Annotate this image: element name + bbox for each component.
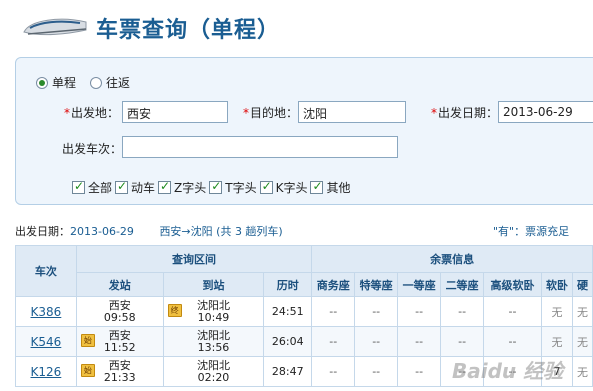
filter-z-checkbox[interactable] bbox=[158, 179, 172, 194]
seat-cell: -- bbox=[311, 356, 356, 387]
departure-date-input[interactable]: 2013-06-29 bbox=[498, 101, 593, 123]
seat-cell: -- bbox=[483, 296, 542, 327]
col-soft-sleeper: 软卧 bbox=[540, 272, 573, 297]
seat-cell: -- bbox=[440, 356, 485, 387]
col-train-no: 车次 bbox=[15, 245, 77, 297]
terminal-tag-icon: 终 bbox=[167, 304, 182, 317]
to-station-input[interactable]: 沈阳 bbox=[298, 101, 406, 123]
train-no-link[interactable]: K126 bbox=[31, 365, 62, 379]
filter-t-label: T字头 bbox=[225, 181, 257, 195]
seat-cell: -- bbox=[397, 296, 442, 327]
arrive-cell: 终沈阳北 10:49 bbox=[162, 296, 265, 327]
depart-cell: 始西安 21:33 bbox=[75, 356, 164, 387]
from-label: *出发地： bbox=[64, 106, 120, 120]
filter-z-label: Z字头 bbox=[174, 181, 207, 195]
seat-cell: 7 bbox=[540, 356, 573, 387]
col-deluxe-sleeper: 高级软卧 bbox=[483, 272, 542, 297]
table-row: K386 西安 09:58 终沈阳北 10:49 24:51 -- -- -- --… bbox=[15, 296, 593, 327]
seat-cell: 无 bbox=[571, 296, 593, 327]
from-station-input[interactable]: 西安 bbox=[122, 101, 228, 123]
depart-cell: 西安 09:58 bbox=[75, 296, 164, 327]
seat-cell: -- bbox=[483, 356, 542, 387]
col-duration: 历时 bbox=[263, 272, 313, 297]
filter-k-checkbox[interactable] bbox=[259, 179, 273, 194]
seat-cell: -- bbox=[397, 356, 442, 387]
train-no-label: 出发车次： bbox=[62, 142, 123, 156]
col-second-class: 二等座 bbox=[440, 272, 485, 297]
filter-other-label: 其他 bbox=[326, 181, 351, 195]
col-seat-info: 余票信息 bbox=[311, 245, 593, 273]
arrive-cell: 沈阳北 13:56 bbox=[162, 326, 265, 357]
filter-all-checkbox[interactable] bbox=[72, 179, 85, 194]
seat-cell: 无 bbox=[571, 356, 593, 387]
high-speed-train-icon bbox=[23, 18, 87, 36]
filter-all-label: 全部 bbox=[88, 181, 113, 195]
seat-cell: -- bbox=[440, 296, 485, 327]
train-no-link[interactable]: K546 bbox=[31, 335, 62, 349]
seat-cell: -- bbox=[354, 296, 399, 327]
arrive-cell: 沈阳北 02:20 bbox=[162, 356, 265, 387]
page-header: 车票查询（单程） bbox=[0, 0, 593, 52]
col-arrive: 到站 bbox=[162, 272, 265, 297]
summary-route: 西安→沈阳 (共 3 趟列车) bbox=[159, 225, 283, 238]
seat-cell: -- bbox=[354, 356, 399, 387]
col-business-seat: 商务座 bbox=[311, 272, 356, 297]
origin-tag-icon: 始 bbox=[80, 364, 95, 377]
depart-cell: 始西安 11:52 bbox=[75, 326, 164, 357]
summary-date-value: 2013-06-29 bbox=[70, 225, 134, 238]
seat-cell: -- bbox=[483, 326, 542, 357]
col-premium-seat: 特等座 bbox=[354, 272, 399, 297]
trip-type-group: 单程 往返 bbox=[36, 74, 144, 91]
filter-emu-label: 动车 bbox=[131, 181, 156, 195]
train-type-filters: 全部 动车 Z字头 T字头 K字头 其他 bbox=[72, 179, 354, 196]
one-way-radio[interactable] bbox=[36, 76, 48, 89]
page-title: 车票查询（单程） bbox=[96, 18, 281, 43]
duration-cell: 26:04 bbox=[263, 326, 313, 357]
seat-cell: -- bbox=[311, 326, 356, 357]
duration-cell: 24:51 bbox=[263, 296, 313, 327]
duration-cell: 28:47 bbox=[263, 356, 313, 387]
seat-cell: 无 bbox=[540, 296, 573, 327]
round-trip-radio[interactable] bbox=[90, 76, 103, 89]
train-no-link[interactable]: K386 bbox=[31, 305, 62, 319]
summary-date-label: 出发日期： bbox=[15, 225, 70, 238]
filter-k-label: K字头 bbox=[275, 181, 308, 195]
result-summary: 出发日期：2013-06-29 西安→沈阳 (共 3 趟列车) bbox=[15, 223, 283, 239]
col-query-section: 查询区间 bbox=[75, 245, 313, 273]
filter-other-checkbox[interactable] bbox=[310, 179, 324, 194]
table-row: K126 始西安 21:33 沈阳北 02:20 28:47 -- -- -- --… bbox=[15, 356, 593, 387]
seat-cell: -- bbox=[354, 326, 399, 357]
table-row: K546 始西安 11:52 沈阳北 13:56 26:04 -- -- -- --… bbox=[15, 326, 593, 357]
one-way-label: 单程 bbox=[52, 76, 77, 90]
seat-cell: -- bbox=[397, 326, 442, 357]
origin-tag-icon: 始 bbox=[80, 334, 95, 347]
col-hard-sleeper: 硬 bbox=[571, 272, 593, 297]
seat-cell: 无 bbox=[571, 326, 593, 357]
search-panel: 单程 往返 *出发地： 西安 *目的地： 沈阳 *出发日期： 2013-06-2… bbox=[15, 57, 593, 205]
col-first-class: 一等座 bbox=[397, 272, 442, 297]
availability-legend: "有"：票源充足 bbox=[493, 225, 570, 238]
round-trip-label: 往返 bbox=[106, 76, 131, 90]
to-label: *目的地： bbox=[243, 106, 299, 120]
filter-t-checkbox[interactable] bbox=[209, 179, 223, 194]
col-depart: 发站 bbox=[75, 272, 164, 297]
train-no-input[interactable] bbox=[122, 136, 398, 158]
seat-cell: -- bbox=[311, 296, 356, 327]
seat-cell: 无 bbox=[540, 326, 573, 357]
date-label: *出发日期： bbox=[431, 106, 499, 120]
seat-cell: -- bbox=[440, 326, 485, 357]
filter-emu-checkbox[interactable] bbox=[115, 179, 129, 194]
train-results-table: 车次 查询区间 余票信息 发站 到站 历时 商务座 特等座 一等座 二等座 高级… bbox=[15, 245, 593, 387]
